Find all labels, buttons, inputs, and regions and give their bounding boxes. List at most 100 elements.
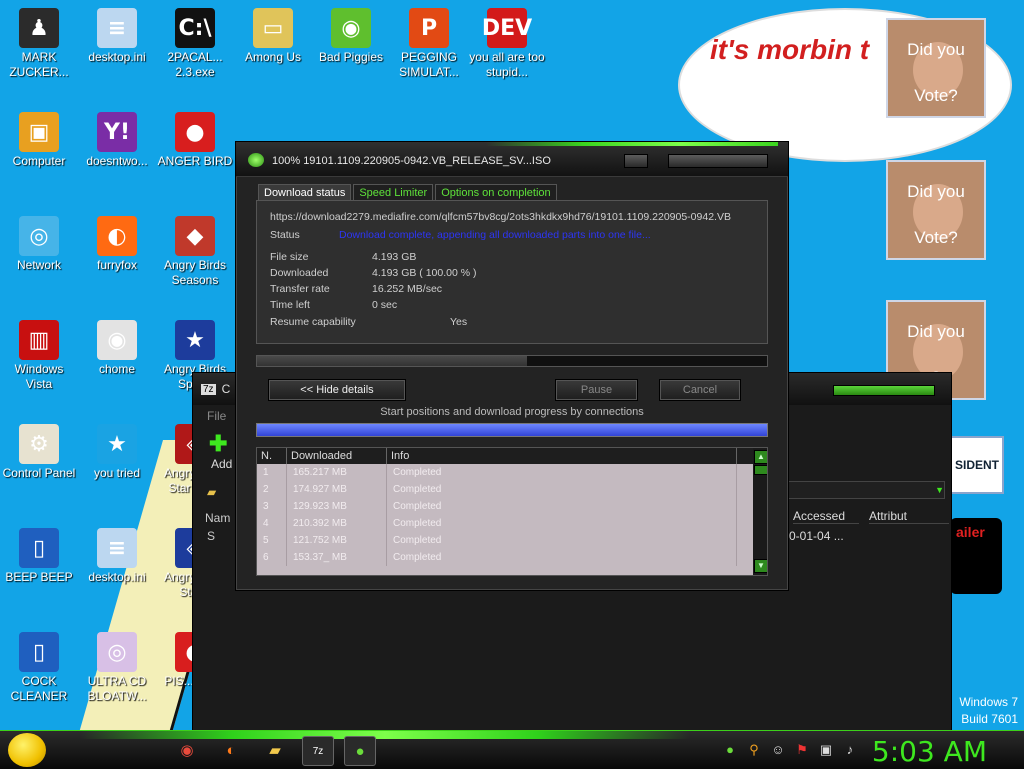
clock[interactable]: 5:03 AM — [872, 735, 987, 768]
time-left-label: Time left — [270, 299, 310, 311]
connections-table[interactable]: N. Downloaded Info 1 165.217 MB Completed 2… — [256, 447, 768, 576]
firefox-taskbar-icon[interactable]: ◐ — [216, 736, 246, 764]
search-tray-icon[interactable]: ⚲ — [746, 742, 762, 758]
download-dialog[interactable]: 100% 19101.1109.220905-0942.VB_RELEASE_S… — [235, 141, 789, 591]
table-row[interactable]: 4 210.392 MB Completed — [257, 515, 767, 532]
vote-poster-1: Did you Vote? — [886, 18, 986, 118]
cd-icon: ◎ — [97, 632, 137, 672]
window-controls[interactable] — [668, 154, 768, 168]
table-scrollbar[interactable]: ▲ ▼ — [753, 448, 767, 575]
col-info[interactable]: Info — [387, 448, 737, 464]
attribute-column-header[interactable]: Attribut — [869, 509, 949, 524]
file-size-label: File size — [270, 251, 309, 263]
chrome-taskbar-icon[interactable]: ◉ — [172, 736, 202, 764]
windows-version-watermark: Windows 7 Build 7601 — [959, 694, 1018, 728]
messenger-tray-icon[interactable]: ☺ — [770, 742, 786, 758]
cell-n: 5 — [257, 532, 287, 549]
scroll-up-arrow-icon[interactable]: ▲ — [754, 450, 767, 464]
desktop-icon[interactable]: ◐ furryfox — [78, 216, 156, 273]
col-downloaded[interactable]: Downloaded — [287, 448, 387, 464]
download-url: https://download2279.mediafire.com/qlfcm… — [270, 211, 731, 223]
desktop-icon[interactable]: ★ you tried — [78, 424, 156, 481]
cancel-button[interactable]: Cancel — [659, 379, 741, 401]
desktop-icon-label: 2PACAL... 2.3.exe — [167, 50, 223, 79]
desktop-icon[interactable]: ▯ COCK CLEANER — [0, 632, 78, 704]
volume-icon[interactable]: ♪ — [842, 742, 858, 758]
bubble-text: it's morbin t — [710, 34, 870, 65]
action-center-icon[interactable]: ⚑ — [794, 742, 810, 758]
download-progress-bar — [256, 355, 768, 367]
desktop-icon[interactable]: ≡ desktop.ini — [78, 528, 156, 585]
desktop-icon-label: doesntwo... — [86, 154, 148, 168]
desktop-icon[interactable]: ▯ BEEP BEEP — [0, 528, 78, 585]
computer-icon: ▣ — [19, 112, 59, 152]
archive-title: C — [221, 382, 231, 396]
dialog-titlebar[interactable]: 100% 19101.1109.220905-0942.VB_RELEASE_S… — [236, 142, 788, 177]
table-row[interactable]: 5 121.752 MB Completed — [257, 532, 767, 549]
desktop-icon[interactable]: C:\ 2PACAL... 2.3.exe — [156, 8, 234, 80]
desktop-icon[interactable]: ≡ desktop.ini — [78, 8, 156, 65]
archive-window-controls[interactable] — [833, 385, 935, 396]
desktop-icon[interactable]: Y! doesntwo... — [78, 112, 156, 169]
desktop-icon-label: you tried — [93, 466, 141, 480]
network-tray-icon[interactable]: ▣ — [818, 742, 834, 758]
col-n[interactable]: N. — [257, 448, 287, 464]
scroll-thumb[interactable] — [754, 465, 767, 475]
cell-n: 4 — [257, 515, 287, 532]
desktop-icon[interactable]: ▣ Computer — [0, 112, 78, 169]
table-header: N. Downloaded Info — [257, 448, 767, 464]
desktop-icon[interactable]: ◎ ULTRA CD BLOATW... — [78, 632, 156, 704]
add-icon[interactable]: ✚ — [209, 431, 227, 457]
dialog-title: 100% 19101.1109.220905-0942.VB_RELEASE_S… — [272, 155, 551, 167]
desktop-icon[interactable]: ◉ Bad Piggies — [312, 8, 390, 65]
explorer-taskbar-icon[interactable]: ▰ — [260, 736, 290, 764]
start-button[interactable] — [8, 733, 46, 767]
menu-file[interactable]: File — [207, 409, 226, 423]
desktop-icon[interactable]: ▥ Windows Vista — [0, 320, 78, 392]
idm-taskbar-icon[interactable]: ● — [344, 736, 376, 766]
desktop-icon[interactable]: DEV you all are too stupid... — [468, 8, 546, 80]
desktop-icon[interactable]: P PEGGING SIMULAT... — [390, 8, 468, 80]
idm-tray-icon[interactable]: ● — [722, 742, 738, 758]
cell-downloaded: 129.923 MB — [287, 498, 387, 515]
desktop-icon-label: Bad Piggies — [318, 50, 384, 64]
desktop-icon[interactable]: ● ANGER BIRD — [156, 112, 234, 169]
desktop-icon[interactable]: ◆ Angry Birds Seasons — [156, 216, 234, 288]
scroll-down-arrow-icon[interactable]: ▼ — [754, 559, 767, 573]
control-panel-icon: ⚙ — [19, 424, 59, 464]
vote-poster-2: Did you Vote? — [886, 160, 986, 260]
table-row[interactable]: 3 129.923 MB Completed — [257, 498, 767, 515]
desktop-icon[interactable]: ◉ chome — [78, 320, 156, 377]
desktop-icon-label: COCK CLEANER — [10, 674, 68, 703]
table-row[interactable]: 1 165.217 MB Completed — [257, 464, 767, 481]
downloaded-value: 4.193 GB ( 100.00 % ) — [372, 267, 477, 279]
desktop-icon-label: desktop.ini — [88, 50, 146, 64]
add-button-label[interactable]: Add — [211, 457, 232, 471]
cell-downloaded: 121.752 MB — [287, 532, 387, 549]
desktop-icon[interactable]: ⚙ Control Panel — [0, 424, 78, 481]
resume-value: Yes — [450, 316, 468, 328]
poster-bottom-text: Vote? — [914, 228, 958, 247]
cell-info: Completed — [387, 464, 737, 481]
desktop-icon-label: you all are too stupid... — [469, 50, 545, 79]
hide-details-button[interactable]: << Hide details — [268, 379, 406, 401]
path-dropdown[interactable]: ▼ — [788, 481, 945, 499]
file-row-name[interactable]: S — [207, 529, 215, 543]
desktop-icon-label: ULTRA CD BLOATW... — [87, 674, 147, 703]
accessed-column-header[interactable]: Accessed — [793, 509, 859, 524]
cell-info: Completed — [387, 532, 737, 549]
cell-downloaded: 153.37_ MB — [287, 549, 387, 566]
table-row[interactable]: 6 153.37_ MB Completed — [257, 549, 767, 566]
minimize-to-tray-button[interactable] — [624, 154, 648, 168]
sevenzip-taskbar-icon[interactable]: 7z — [302, 736, 334, 766]
desktop-icon[interactable]: ▭ Among Us — [234, 8, 312, 65]
table-row[interactable]: 2 174.927 MB Completed — [257, 481, 767, 498]
name-column-header[interactable]: Nam — [205, 511, 230, 525]
pause-button[interactable]: Pause — [555, 379, 638, 401]
cell-info: Completed — [387, 481, 737, 498]
os-build: Build 7601 — [961, 712, 1018, 726]
connections-progress-bar — [256, 423, 768, 437]
desktop-icon[interactable]: ♟ MARK ZUCKER... — [0, 8, 78, 80]
text-file-icon: ≡ — [97, 528, 137, 568]
desktop-icon[interactable]: ◎ Network — [0, 216, 78, 273]
